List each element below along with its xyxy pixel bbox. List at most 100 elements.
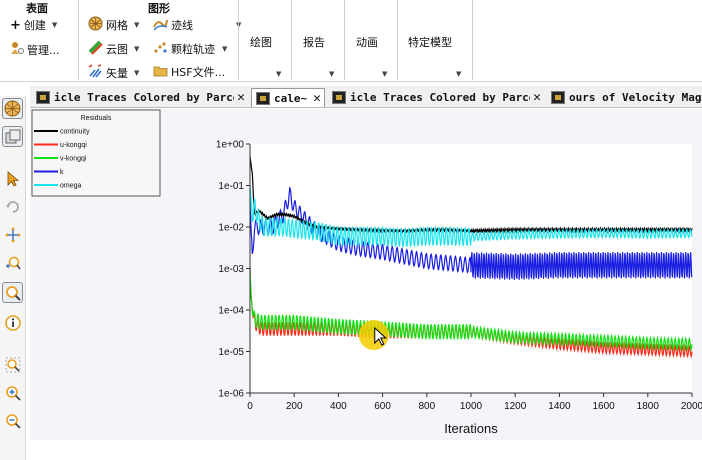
- zoom-out-button[interactable]: [2, 410, 23, 431]
- contour-label: 云图: [106, 43, 128, 56]
- pan-view-button[interactable]: [2, 224, 23, 245]
- create-surface-button[interactable]: + 创建 ▼: [10, 17, 57, 33]
- manage-surface-label: 管理...: [27, 43, 60, 57]
- legend-label-continuity: continuity: [60, 129, 90, 136]
- separator: [397, 0, 398, 80]
- contour-icon: [88, 40, 103, 58]
- legend-title: Residuals: [81, 115, 112, 122]
- info-icon: [4, 314, 21, 331]
- rotate-icon: [5, 200, 19, 213]
- tab-particle-traces-2[interactable]: icle Traces Colored by Parce ✕: [328, 88, 544, 107]
- tab-label: ours of Velocity Magn: [569, 91, 702, 104]
- y-tick-label: 1e-02: [218, 223, 244, 234]
- magnifier-icon: [5, 285, 21, 301]
- zoom-in-button[interactable]: [2, 382, 23, 403]
- tab-scaled-residuals[interactable]: cale~ ✕: [251, 88, 325, 107]
- legend[interactable]: Residuals continuity u-kongqi v-kongqi k ome…: [31, 109, 161, 197]
- separator: [344, 0, 345, 80]
- rotate-view-button[interactable]: [2, 196, 23, 217]
- tab-velocity-contours[interactable]: ours of Velocity Magn: [547, 88, 702, 107]
- graphics-window-icon: [36, 91, 50, 104]
- tab-particle-traces-1[interactable]: icle Traces Colored by Parce ✕: [32, 88, 248, 107]
- particle-track-label: 颗粒轨迹: [171, 43, 215, 56]
- close-icon[interactable]: ✕: [237, 90, 245, 105]
- x-tick-label: 800: [418, 401, 435, 412]
- separator: [472, 0, 473, 80]
- separator: [78, 0, 79, 80]
- chevron-down-icon: ▼: [134, 21, 140, 29]
- probe-info-button[interactable]: [2, 312, 23, 333]
- zoom-fit-icon: [5, 357, 20, 372]
- legend-label-omega: omega: [60, 183, 82, 190]
- chevron-down-icon[interactable]: ▼: [329, 70, 334, 78]
- x-axis-title: Iterations: [444, 421, 498, 436]
- separator: [291, 0, 292, 80]
- x-tick-label: 2000: [681, 401, 702, 412]
- plus-icon: +: [10, 17, 21, 33]
- graphics-tab-bar: icle Traces Colored by Parce ✕ cale~ ✕ i…: [30, 86, 702, 108]
- chevron-down-icon[interactable]: ▼: [276, 70, 281, 78]
- particle-track-icon: [153, 40, 168, 58]
- tab-label: icle Traces Colored by Parce: [54, 91, 235, 104]
- zoom-icon: [5, 256, 21, 269]
- particle-track-button[interactable]: 颗粒轨迹 ▼: [153, 40, 227, 58]
- vector-icon: [88, 64, 103, 82]
- vector-button[interactable]: 矢量 ▼: [88, 64, 139, 82]
- manage-surface-button[interactable]: 管理...: [10, 41, 60, 58]
- mesh-icon: [88, 16, 103, 34]
- zoom-out-icon: [5, 413, 21, 429]
- animation-menu-label[interactable]: 动画: [356, 34, 378, 50]
- manage-icon: [10, 41, 24, 58]
- chevron-down-icon: ▼: [222, 45, 228, 53]
- pathline-icon: [153, 16, 168, 34]
- x-tick-label: 1000: [460, 401, 483, 412]
- close-icon[interactable]: ✕: [313, 91, 321, 106]
- mesh-icon: [4, 100, 21, 117]
- report-menu-label[interactable]: 报告: [303, 34, 325, 50]
- y-tick-label: 1e-01: [218, 181, 244, 192]
- residuals-plot-window[interactable]: 0 200 400 600 800 1000 1200 1400 1600 1800 2000 1e+…: [30, 109, 702, 440]
- contour-button[interactable]: 云图 ▼: [88, 40, 139, 58]
- x-tick-label: 1400: [548, 401, 571, 412]
- zoom-fit-button[interactable]: [2, 354, 23, 375]
- model-menu-label[interactable]: 特定模型: [408, 34, 452, 50]
- x-tick-label: 400: [330, 401, 347, 412]
- status-strip: [30, 440, 702, 460]
- residuals-chart: 0 200 400 600 800 1000 1200 1400 1600 1800 2000 1e+…: [31, 109, 702, 436]
- mesh-button[interactable]: 网格 ▼: [88, 16, 139, 34]
- create-surface-label: 创建: [23, 19, 46, 32]
- legend-label-v-kongqi: v-kongqi: [60, 156, 87, 163]
- y-tick-label: 1e+00: [216, 140, 245, 151]
- tab-label: icle Traces Colored by Parce: [350, 91, 531, 104]
- chevron-down-icon[interactable]: ▼: [456, 70, 461, 78]
- zoom-in-icon: [5, 385, 21, 401]
- vector-label: 矢量: [106, 67, 128, 80]
- group-title-surface: 表面: [26, 2, 48, 15]
- hsf-file-button[interactable]: HSF文件...: [153, 64, 225, 80]
- x-tick-label: 200: [286, 401, 303, 412]
- chevron-down-icon: ▼: [51, 21, 58, 29]
- y-tick-label: 1e-06: [218, 389, 244, 400]
- chevron-down-icon[interactable]: ▼: [382, 70, 387, 78]
- zoom-to-area-button[interactable]: [2, 282, 23, 303]
- mesh-label: 网格: [106, 19, 128, 32]
- move-icon: [4, 226, 21, 243]
- pathline-label: 迹线: [171, 19, 193, 32]
- pathline-button[interactable]: 迹线 ▼: [153, 16, 241, 34]
- copy-view-button[interactable]: [2, 126, 23, 147]
- ribbon: 表面 + 创建 ▼ 管理... 图形 网格 ▼ 云图 ▼ 矢量 ▼ 迹线 ▼ 颗…: [0, 0, 702, 82]
- mesh-display-button[interactable]: [2, 98, 23, 119]
- x-tick-label: 1800: [637, 401, 660, 412]
- zoom-in-out-button[interactable]: [2, 252, 23, 273]
- separator: [238, 0, 239, 80]
- x-tick-label: 600: [374, 401, 391, 412]
- tab-label: cale~: [274, 91, 308, 105]
- plot-menu-label[interactable]: 绘图: [250, 34, 272, 50]
- folder-icon: [153, 64, 168, 80]
- x-tick-label: 1200: [504, 401, 527, 412]
- copy-icon: [5, 129, 20, 143]
- legend-label-u-kongqi: u-kongqi: [60, 142, 87, 149]
- select-pointer-button[interactable]: [2, 168, 23, 189]
- view-toolbar: [0, 96, 26, 460]
- close-icon[interactable]: ✕: [533, 90, 541, 105]
